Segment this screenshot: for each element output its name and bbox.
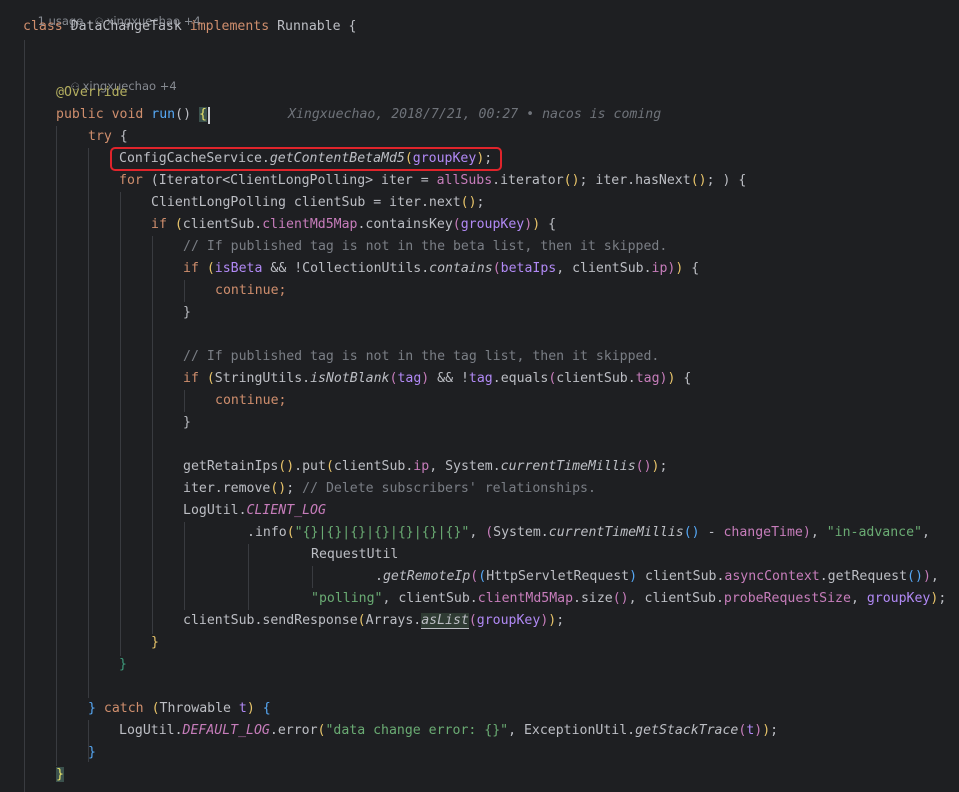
- code-line-14: if (StringUtils.isNotBlank(tag) && !tag.…: [183, 371, 692, 386]
- git-blame-annotation[interactable]: Xingxuechao, 2018/7/21, 00:27 • nacos is…: [288, 104, 661, 126]
- code-line-20: .info("{}|{}|{}|{}|{}|{}|{}", (System.cu…: [247, 525, 930, 540]
- code-editor[interactable]: 1 usage ⚇ xingxuechao +4 class DataChange…: [0, 0, 959, 792]
- code-line-10: if (isBeta && !CollectionUtils.contains(…: [183, 261, 700, 276]
- code-line-26: }: [119, 657, 127, 672]
- indent-guide: [56, 126, 57, 766]
- indent-guide: [120, 192, 121, 656]
- text-caret: [208, 107, 210, 124]
- code-line-30: }: [56, 764, 64, 786]
- code-line-11: continue;: [215, 283, 287, 298]
- indent-guide: [88, 148, 89, 698]
- code-line-23: "polling", clientSub.clientMd5Map.size()…: [311, 591, 947, 606]
- code-line-25: }: [151, 635, 159, 650]
- code-line-6: for (Iterator<ClientLongPolling> iter = …: [119, 173, 747, 188]
- indent-guide: [184, 390, 185, 412]
- indent-guide: [184, 280, 185, 302]
- indent-guide: [24, 40, 25, 792]
- code-line-15: continue;: [215, 393, 287, 408]
- code-line-28: LogUtil.DEFAULT_LOG.error("data change e…: [119, 723, 779, 738]
- matched-brace: }: [56, 767, 64, 782]
- code-line-12: }: [183, 305, 191, 320]
- code-line-21: RequestUtil: [311, 547, 399, 562]
- indent-guide: [248, 544, 249, 610]
- author-hint[interactable]: ⚇ xingxuechao +4: [56, 65, 177, 93]
- indent-guide: [312, 566, 313, 588]
- code-line-3: public void run() {Xingxuechao, 2018/7/2…: [56, 104, 959, 126]
- code-line-7: ClientLongPolling clientSub = iter.next(…: [151, 195, 485, 210]
- code-line-2: @Override: [56, 85, 128, 100]
- code-line-8: if (clientSub.clientMd5Map.containsKey(g…: [151, 217, 557, 232]
- code-line-16: }: [183, 415, 191, 430]
- code-line-9: // If published tag is not in the beta l…: [183, 239, 668, 254]
- code-line-13: // If published tag is not in the tag li…: [183, 349, 660, 364]
- code-line-22: .getRemoteIp((HttpServletRequest) client…: [375, 569, 939, 584]
- code-line-1: class DataChangeTask implements Runnable…: [23, 19, 357, 34]
- indent-guide: [152, 236, 153, 634]
- usage-hint[interactable]: 1 usage: [23, 0, 84, 28]
- code-line-19: LogUtil.CLIENT_LOG: [183, 503, 326, 518]
- code-line-18: iter.remove(); // Delete subscribers' re…: [183, 481, 596, 496]
- code-line-17: getRetainIps().put(clientSub.ip, System.…: [183, 459, 668, 474]
- code-line-27: } catch (Throwable t) {: [88, 701, 271, 716]
- indent-guide: [184, 522, 185, 610]
- matched-brace: {: [198, 107, 207, 122]
- code-line-5: ConfigCacheService.getContentBetaMd5(gro…: [119, 151, 493, 166]
- author-hint[interactable]: ⚇ xingxuechao +4: [80, 0, 201, 28]
- code-line-29: }: [88, 745, 96, 760]
- code-line-24: clientSub.sendResponse(Arrays.asList(gro…: [183, 613, 565, 629]
- code-line-4: try {: [88, 129, 128, 144]
